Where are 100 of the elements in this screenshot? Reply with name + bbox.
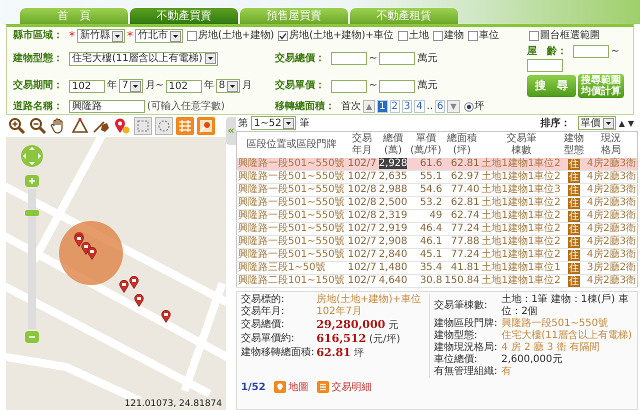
column-header: 交易筆棟數 — [506, 133, 537, 157]
radio-button[interactable] — [464, 102, 474, 112]
map-pin-icon[interactable] — [197, 117, 215, 135]
input-field[interactable] — [331, 80, 367, 92]
nav-tab[interactable]: 不動產買賣 — [130, 8, 238, 24]
unit-text: 坪 — [354, 347, 364, 360]
dropdown[interactable]: 新竹縣 — [77, 29, 125, 43]
table-cell: 興隆路一段501~550號 — [238, 249, 345, 260]
caret-icon[interactable] — [170, 30, 181, 42]
input-field[interactable] — [573, 45, 609, 58]
detail-link[interactable]: 交易明細 — [332, 380, 372, 394]
location-pin-icon[interactable] — [113, 117, 131, 135]
dropdown[interactable]: 住宅大樓(11層含以上有電梯) — [69, 52, 218, 66]
caret-icon[interactable] — [204, 53, 216, 64]
column-header: 單價(萬/坪) — [410, 133, 442, 157]
map-pin-icon[interactable] — [274, 381, 286, 393]
result-row[interactable]: 興隆路一段501~550號 102/7 2,928 61.6 62.81 土地1建物1車位2 住 4房2廳3衛 — [236, 158, 638, 170]
result-row[interactable]: 興隆路一段501~550號 102/7 2,908 46.1 77.88 土地1建物1車位2 住 4房2廳3衛 — [236, 236, 638, 248]
result-row[interactable]: 興隆路一段501~550號 102/8 2,988 54.6 77.40 土地1建物1車位3 住 4房2廳3衛 — [236, 184, 638, 196]
zoom-out-icon[interactable] — [29, 117, 47, 135]
unit-text: 元 — [388, 319, 398, 332]
table-cell: 4房2廳3衛 — [586, 158, 636, 169]
table-cell: 興隆路一段501~550號 — [238, 223, 345, 234]
result-row[interactable]: 興隆路二段101~150號 102/7 4,640 30.8 150.84 土地1建物1車位2 住 4房2廳3衛 — [236, 274, 638, 288]
map-marker-icon[interactable] — [129, 276, 139, 289]
input-field[interactable]: 102 — [69, 80, 105, 92]
slider-thumb[interactable] — [25, 210, 39, 216]
table-cell: 興隆路一段501~550號 — [238, 197, 345, 208]
circle-select-icon[interactable] — [155, 117, 173, 135]
table-cell: 77.24 — [450, 223, 480, 234]
input-field[interactable] — [379, 52, 416, 65]
table-cell: 土地1建物1車位2 — [482, 275, 561, 286]
result-row[interactable]: 興隆路一段501~550號 102/7 2,919 46.4 77.24 土地1建物1車位2 住 4房2廳3衛 — [236, 222, 638, 236]
sort-label: 排序： — [540, 116, 571, 130]
checkbox[interactable] — [278, 31, 288, 41]
page-link[interactable]: 1 — [377, 100, 388, 113]
table-cell: 102/7 — [348, 223, 377, 234]
column-header: 交易年月 — [351, 133, 372, 157]
unit-text: 年 — [107, 80, 117, 92]
page-link[interactable]: 4 — [414, 100, 425, 113]
zoom-track[interactable] — [28, 189, 36, 329]
map-marker-icon[interactable] — [87, 247, 97, 260]
triangle-icon[interactable] — [71, 117, 89, 135]
result-row[interactable]: 興隆路一段501~550號 102/8 2,500 53.2 62.81 土地1建物1車位2 住 4房2廳3衛 — [236, 196, 638, 210]
checkbox[interactable] — [529, 31, 539, 41]
list-icon[interactable] — [316, 381, 329, 393]
arrow-button[interactable]: ▲ — [363, 100, 376, 113]
sort-arrow[interactable]: ▼ — [628, 118, 634, 128]
input-field[interactable] — [379, 80, 416, 92]
page-link[interactable]: 6 — [435, 100, 446, 113]
caret-icon[interactable] — [130, 80, 142, 92]
grid-icon[interactable] — [176, 117, 194, 135]
dropdown[interactable]: 竹北市 — [135, 29, 183, 43]
page-link[interactable]: 2 — [390, 100, 400, 113]
result-row[interactable]: 興隆路一段501~550號 102/8 2,319 49 62.74 土地1建物1車位2 住 4房2廳3衛 — [236, 210, 638, 222]
result-row[interactable]: 興隆路一段501~550號 102/7 2,635 55.1 62.97 土地1建物1車位2 住 4房2廳3衛 — [236, 170, 638, 184]
input-field[interactable]: 興隆路 — [69, 100, 145, 113]
field-label: 移轉總面積： — [275, 100, 335, 112]
caret-icon[interactable] — [283, 118, 294, 128]
checkbox[interactable] — [468, 31, 478, 41]
zoom-in-icon[interactable] — [8, 117, 26, 135]
type-badge: 住 — [568, 276, 580, 286]
table-cell: 4房2廳3衛 — [586, 223, 636, 234]
map-marker-icon[interactable] — [119, 280, 129, 293]
checkbox[interactable] — [432, 31, 443, 41]
page-link[interactable]: 3 — [402, 100, 412, 113]
table-cell: 土地1建物1車位2 — [482, 236, 561, 247]
caret-icon[interactable] — [112, 30, 123, 42]
dropdown[interactable]: 1~52 — [251, 116, 296, 130]
map-marker-icon[interactable] — [161, 310, 171, 323]
rectangle-select-icon[interactable] — [134, 117, 152, 135]
detail-link[interactable]: 地圖 — [288, 380, 309, 394]
table-cell: 4房2廳3衛 — [586, 236, 636, 247]
dropdown[interactable]: 單價 — [578, 116, 616, 130]
map-marker-icon[interactable] — [134, 294, 144, 307]
input-field[interactable] — [331, 52, 367, 65]
map-marker-icon[interactable] — [74, 234, 84, 247]
table-cell: 4房2廳3衛 — [586, 171, 636, 182]
table-cell: 61.6 — [420, 158, 442, 169]
detail-value: 2,600,000元 — [501, 354, 562, 366]
input-field[interactable] — [527, 59, 563, 72]
caret-icon[interactable] — [227, 80, 238, 92]
average-price-button[interactable]: 搜尋範圍均價計算 — [578, 74, 624, 98]
arrow-button[interactable]: ▼ — [447, 100, 460, 113]
sort-arrow[interactable]: ▲ — [618, 118, 625, 128]
detail-label: 交易年月: — [241, 306, 286, 318]
dropdown[interactable]: 8 — [216, 79, 240, 93]
caret-icon[interactable] — [602, 118, 614, 128]
dropdown[interactable]: 7 — [119, 79, 144, 93]
table-cell: 4,640 — [378, 275, 408, 286]
detail-label: 交易標的: — [241, 294, 286, 306]
detail-value: 有 — [501, 366, 512, 378]
input-field[interactable]: 102 — [166, 80, 202, 92]
result-row[interactable]: 興隆路三段1~50號 102/7 1,480 35.4 41.81 土地1建物1車位1 住 3房2廳2衛 — [236, 262, 638, 274]
unit-text: .. — [426, 100, 434, 112]
result-row[interactable]: 興隆路一段501~550號 102/7 2,840 45.1 77.24 土地1建物1車位2 住 4房2廳3衛 — [236, 248, 638, 262]
checkbox[interactable] — [398, 31, 408, 41]
table-cell: 102/8 — [348, 197, 377, 208]
checkbox[interactable] — [187, 31, 197, 41]
table-cell: 102/7 — [348, 158, 377, 169]
